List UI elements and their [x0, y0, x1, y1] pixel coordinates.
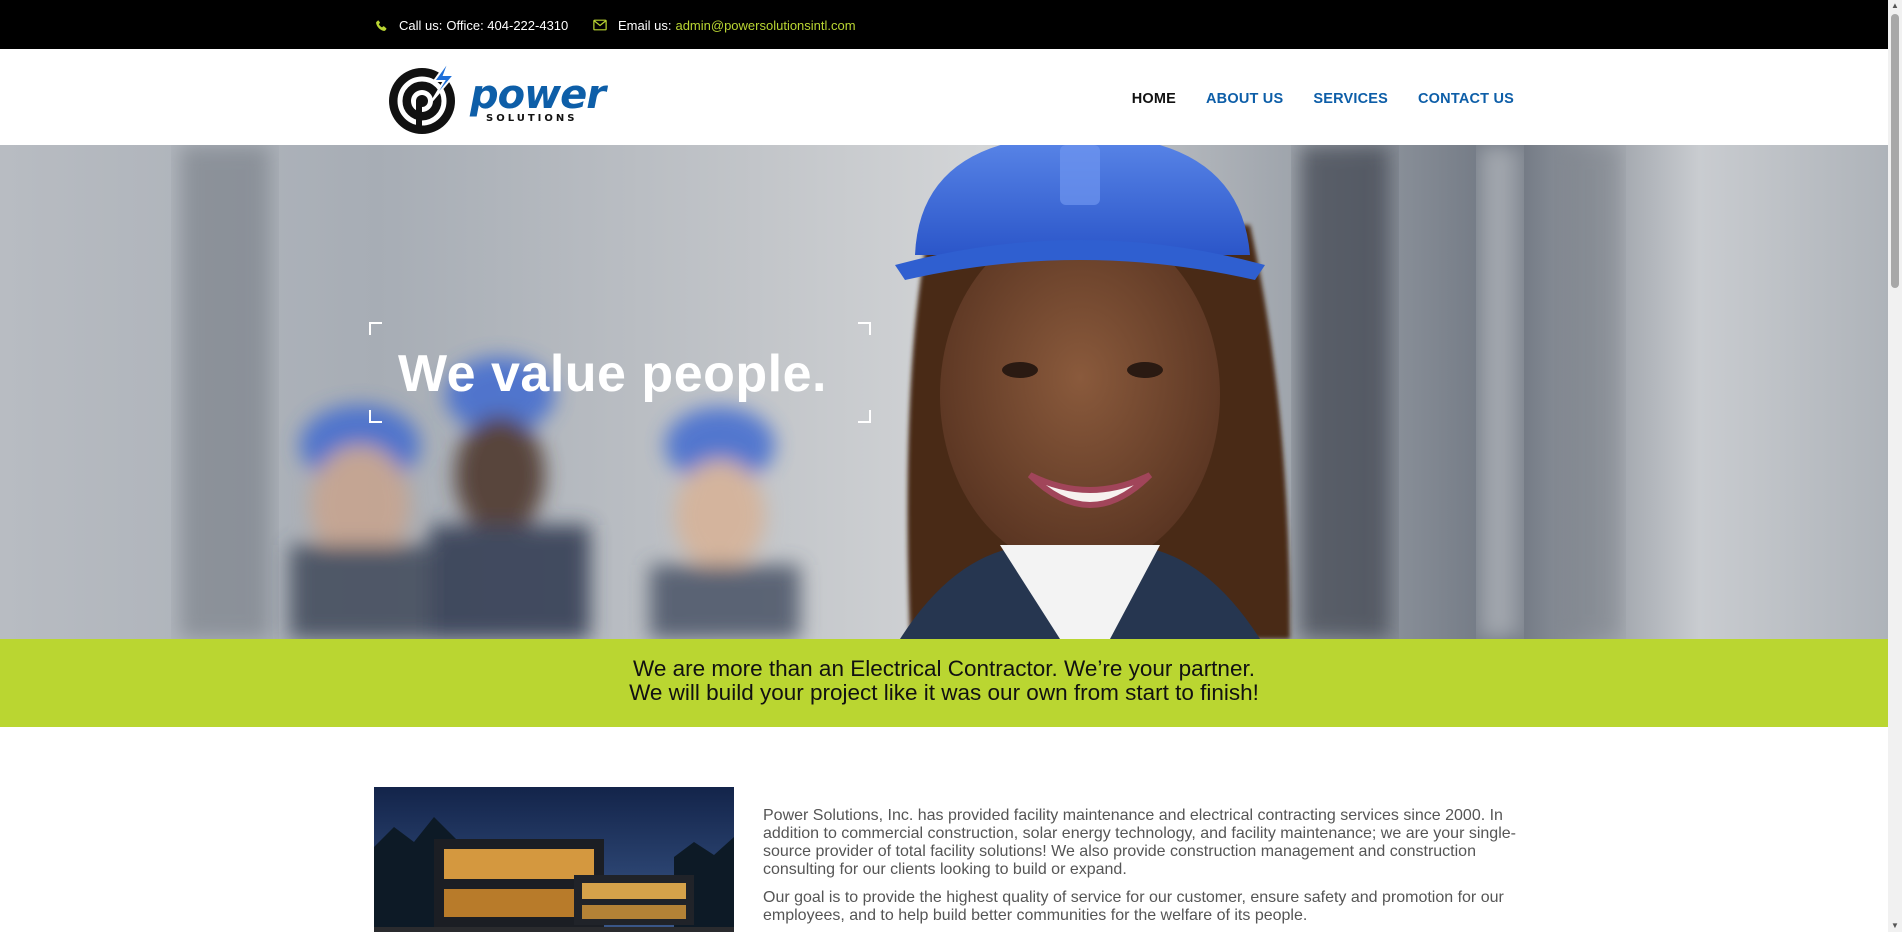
phone-icon: [373, 17, 389, 33]
main-nav: HOME ABOUT US SERVICES CONTACT US: [1132, 91, 1514, 107]
nav-services[interactable]: SERVICES: [1313, 91, 1388, 107]
hero-title: We value people.: [398, 345, 827, 403]
nav-contact-us[interactable]: CONTACT US: [1418, 91, 1514, 107]
top-contact-bar: Call us: Office: 404-222-4310 Email us: …: [0, 0, 1888, 49]
email-label: Email us:: [618, 17, 672, 33]
scroll-up-arrow-icon[interactable]: ▲: [1891, 2, 1899, 10]
nav-home[interactable]: HOME: [1132, 91, 1176, 107]
site-header: power SOLUTIONS HOME ABOUT US SERVICES C…: [0, 49, 1888, 145]
tagline-line-2: We will build your project like it was o…: [629, 680, 1259, 705]
page-scrollbar[interactable]: ▲ ▼: [1888, 0, 1902, 932]
frame-corner: [369, 322, 382, 335]
frame-corner: [369, 410, 382, 423]
office-building-photo: [374, 787, 734, 932]
email-link[interactable]: admin@powersolutionsintl.com: [675, 18, 855, 33]
frame-corner: [858, 322, 871, 335]
hero-photo: [180, 145, 1620, 639]
about-section: Power Solutions, Inc. has provided facil…: [0, 727, 1888, 932]
scrollbar-thumb[interactable]: [1891, 14, 1899, 288]
about-paragraph-1: Power Solutions, Inc. has provided facil…: [763, 807, 1516, 878]
hero-title-frame: We value people.: [369, 322, 871, 423]
envelope-icon: [592, 17, 608, 33]
email-contact[interactable]: Email us: admin@powersolutionsintl.com: [592, 17, 856, 33]
scroll-down-arrow-icon[interactable]: ▼: [1891, 922, 1899, 930]
nav-about-us[interactable]: ABOUT US: [1206, 91, 1283, 107]
logo-wordmark: power: [470, 72, 606, 118]
hero-banner: We value people.: [0, 145, 1888, 639]
phone-contact[interactable]: Call us: Office: 404-222-4310: [373, 17, 568, 33]
logo-mark-icon: [389, 58, 457, 134]
frame-corner: [858, 410, 871, 423]
about-text: Power Solutions, Inc. has provided facil…: [763, 807, 1523, 932]
phone-number[interactable]: Office: 404-222-4310: [446, 18, 568, 33]
about-paragraph-2: Our goal is to provide the highest quali…: [763, 889, 1504, 924]
partner-tagline-band: We are more than an Electrical Contracto…: [0, 639, 1888, 727]
phone-label: Call us:: [399, 17, 443, 33]
power-solutions-logo[interactable]: power SOLUTIONS: [388, 57, 606, 137]
tagline-line-1: We are more than an Electrical Contracto…: [633, 656, 1255, 681]
logo-subtitle: SOLUTIONS: [486, 113, 578, 124]
